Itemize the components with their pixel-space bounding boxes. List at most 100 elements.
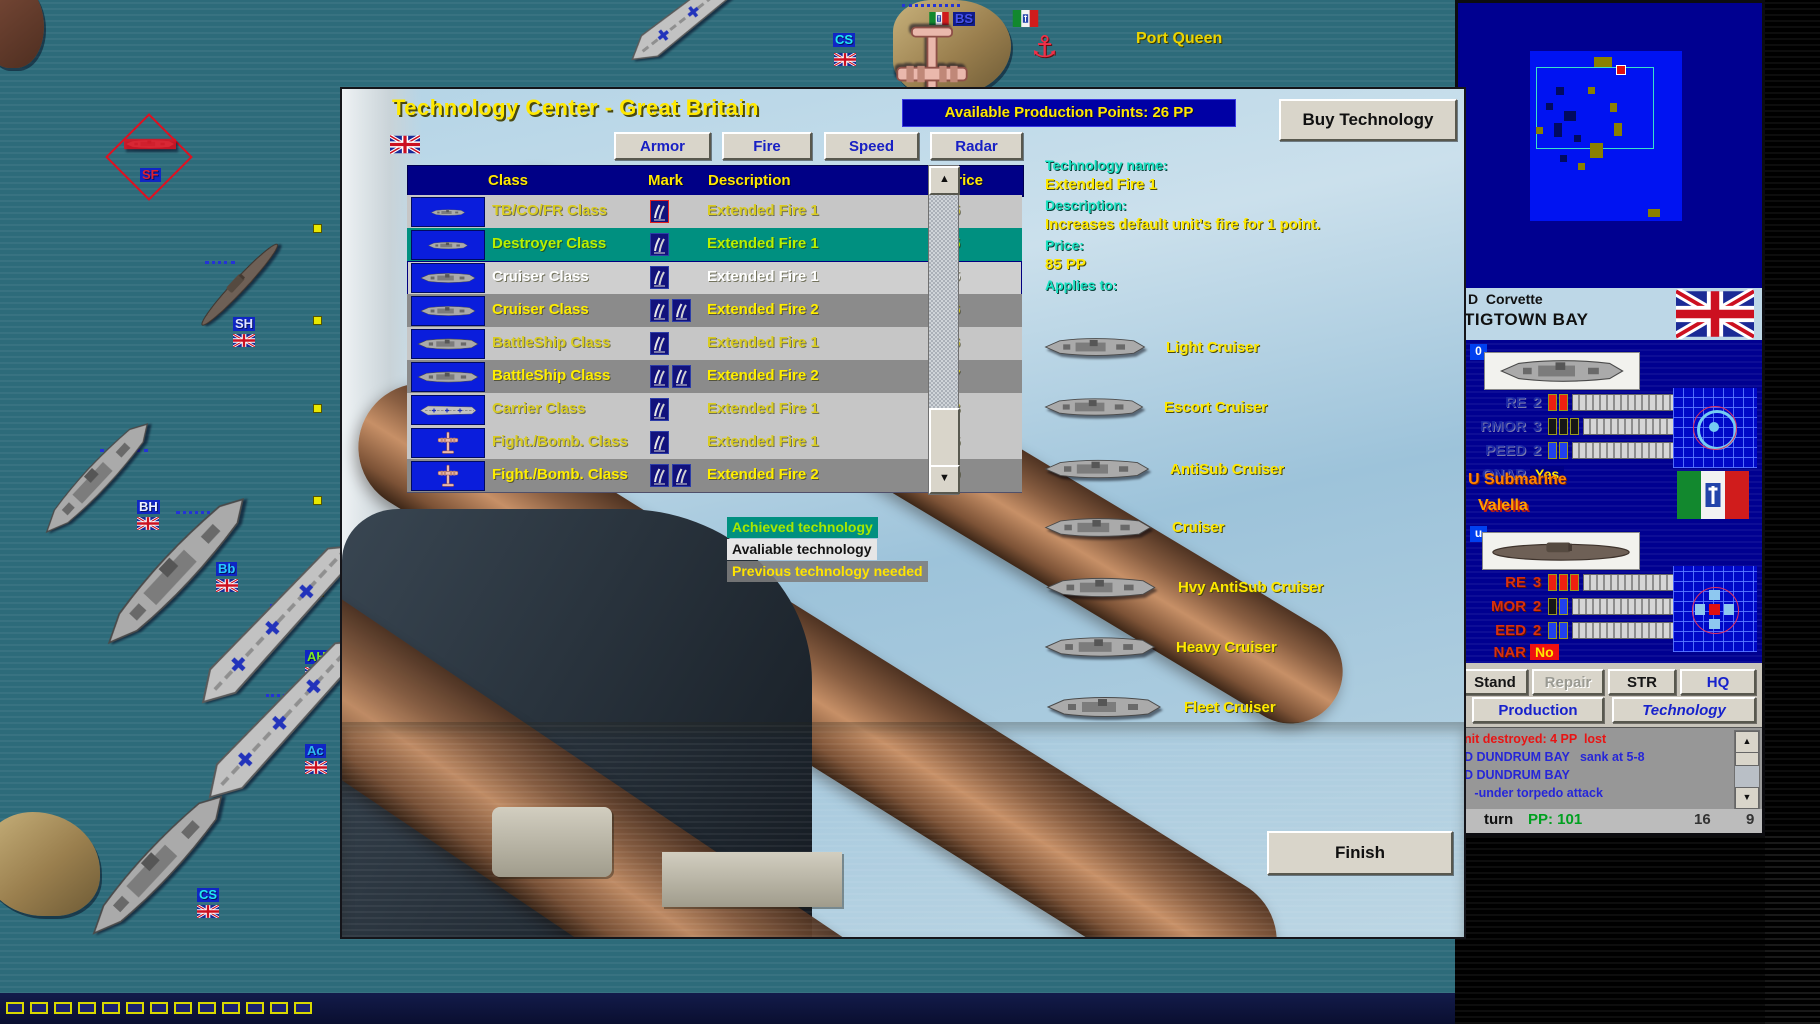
message-log[interactable]: nit destroyed: 4 PP lost D DUNDRUM BAY s…: [1458, 727, 1762, 810]
map-unit-label[interactable]: SH: [233, 317, 255, 331]
waypoint-dot: [313, 496, 322, 505]
unit-slot[interactable]: [102, 1002, 120, 1014]
applies-item: Fleet Cruiser: [1042, 687, 1276, 727]
fire-mark-icon: [650, 332, 669, 355]
tab-radar[interactable]: Radar: [930, 132, 1023, 160]
map-unit-label[interactable]: CS: [197, 888, 219, 902]
table-scrollbar[interactable]: ▲ ▼: [928, 165, 959, 495]
fire-mark-icon: [650, 299, 669, 322]
cruiser-silhouette-icon: [1042, 336, 1148, 358]
hq-button[interactable]: HQ: [1680, 669, 1756, 695]
cruiser-silhouette-icon: [1042, 516, 1154, 539]
fire-mark-icon: [650, 431, 669, 454]
stat-speed: EED 2: [1468, 620, 1678, 640]
tab-speed[interactable]: Speed: [824, 132, 919, 160]
unit-slot[interactable]: [174, 1002, 192, 1014]
stat-armor: RMOR 3: [1468, 416, 1681, 436]
carrier-sprite[interactable]: [614, 0, 777, 80]
mark-icons: [650, 365, 691, 388]
movement-trail: [205, 261, 235, 264]
tab-fire[interactable]: Fire: [722, 132, 812, 160]
production-button[interactable]: Production: [1472, 697, 1604, 723]
sonar-grid-display: [1673, 566, 1757, 652]
scroll-up-icon[interactable]: ▲: [1735, 731, 1759, 753]
scrollbar-thumb[interactable]: [1735, 752, 1759, 766]
unit-slot[interactable]: [126, 1002, 144, 1014]
enemy-class-line: U Submarine: [1468, 471, 1567, 489]
unit-slot-bar[interactable]: [0, 993, 1455, 1024]
mark-icons: [650, 200, 669, 223]
stat-fire: RE 3: [1468, 572, 1677, 592]
unit-slot[interactable]: [78, 1002, 96, 1014]
tech-name-label: Technology name:: [1045, 155, 1455, 175]
unit-slot[interactable]: [54, 1002, 72, 1014]
tab-armor[interactable]: Armor: [614, 132, 711, 160]
uk-flag-icon: [216, 579, 238, 592]
unit-type-line: D Corvette: [1468, 291, 1543, 307]
ship-class-icon: [411, 263, 485, 293]
buy-technology-button[interactable]: Buy Technology: [1279, 99, 1457, 141]
mark-icons: [650, 431, 669, 454]
str-button[interactable]: STR: [1608, 669, 1676, 695]
repair-button[interactable]: Repair: [1532, 669, 1604, 695]
applies-to-label: Applies to:: [1045, 275, 1455, 295]
submarine-silhouette-icon: [1488, 540, 1634, 562]
uk-flag-icon: [834, 53, 856, 66]
map-unit-label[interactable]: SF: [140, 168, 161, 182]
scroll-down-icon[interactable]: ▼: [929, 465, 960, 494]
cruiser-silhouette-icon: [1042, 396, 1146, 418]
tech-price-label: Price:: [1045, 235, 1455, 255]
finish-button[interactable]: Finish: [1267, 831, 1453, 875]
technology-button[interactable]: Technology: [1612, 697, 1756, 723]
movement-trail: [902, 4, 960, 7]
unit-slot[interactable]: [198, 1002, 216, 1014]
unit-slot[interactable]: [6, 1002, 24, 1014]
log-line: nit destroyed: 4 PP lost: [1464, 732, 1606, 746]
map-unit-label[interactable]: Bb: [216, 562, 237, 576]
plane-class-icon: [411, 428, 485, 458]
unit-slot[interactable]: [150, 1002, 168, 1014]
unit-slot[interactable]: [30, 1002, 48, 1014]
minimap[interactable]: [1530, 51, 1682, 221]
scroll-up-icon[interactable]: ▲: [929, 166, 960, 195]
plane-class-icon: [411, 461, 485, 491]
map-unit-label[interactable]: CS: [833, 33, 855, 47]
unit-slot[interactable]: [294, 1002, 312, 1014]
log-scrollbar[interactable]: ▲ ▼: [1734, 730, 1760, 810]
scrollbar-thumb[interactable]: [929, 408, 960, 468]
port-anchor-icon[interactable]: ⚓: [1031, 30, 1058, 65]
stat-speed: PEED 2: [1468, 440, 1678, 460]
status-number: 16: [1694, 811, 1711, 828]
enemy-name-line: Valella: [1478, 497, 1528, 515]
stand-button[interactable]: Stand: [1462, 669, 1528, 695]
ship-class-icon: [411, 230, 485, 260]
fire-mark-icon: [672, 365, 691, 388]
uk-flag-icon: [233, 334, 255, 347]
fire-mark-icon: [672, 299, 691, 322]
waypoint-dot: [313, 224, 322, 233]
fire-mark-icon: [650, 365, 669, 388]
stat-fire: RE 2: [1468, 392, 1678, 412]
applies-item: Cruiser: [1042, 507, 1225, 547]
contact-diamond-marker[interactable]: [105, 113, 193, 201]
unit-slot[interactable]: [270, 1002, 288, 1014]
map-unit-label[interactable]: BH: [137, 500, 160, 514]
unit-info-panel: 0 RE 2 RMOR 3 PEED 2: [1458, 340, 1762, 663]
fire-mark-icon: [650, 398, 669, 421]
ship-class-icon: [411, 296, 485, 326]
applies-item: Hvy AntiSub Cruiser: [1042, 567, 1323, 607]
mark-icons: [650, 398, 669, 421]
right-sidebar: D Corvette TIGTOWN BAY 0 RE 2 RMOR 3: [1455, 0, 1765, 836]
status-bar: turn PP: 101 16 9: [1458, 809, 1762, 833]
unit-slot[interactable]: [246, 1002, 264, 1014]
unit-slot[interactable]: [222, 1002, 240, 1014]
turn-label: turn: [1484, 811, 1513, 828]
applies-item: Escort Cruiser: [1042, 387, 1267, 427]
italy-flag-icon: [1674, 471, 1752, 519]
port-name-label: Port Queen: [1136, 30, 1222, 48]
production-points-banner: Available Production Points: 26 PP: [902, 99, 1236, 127]
legend-needed: Previous technology needed: [727, 561, 928, 582]
map-unit-label[interactable]: Ac: [305, 744, 326, 758]
scroll-down-icon[interactable]: ▼: [1735, 787, 1759, 809]
mark-icons: [650, 266, 669, 289]
